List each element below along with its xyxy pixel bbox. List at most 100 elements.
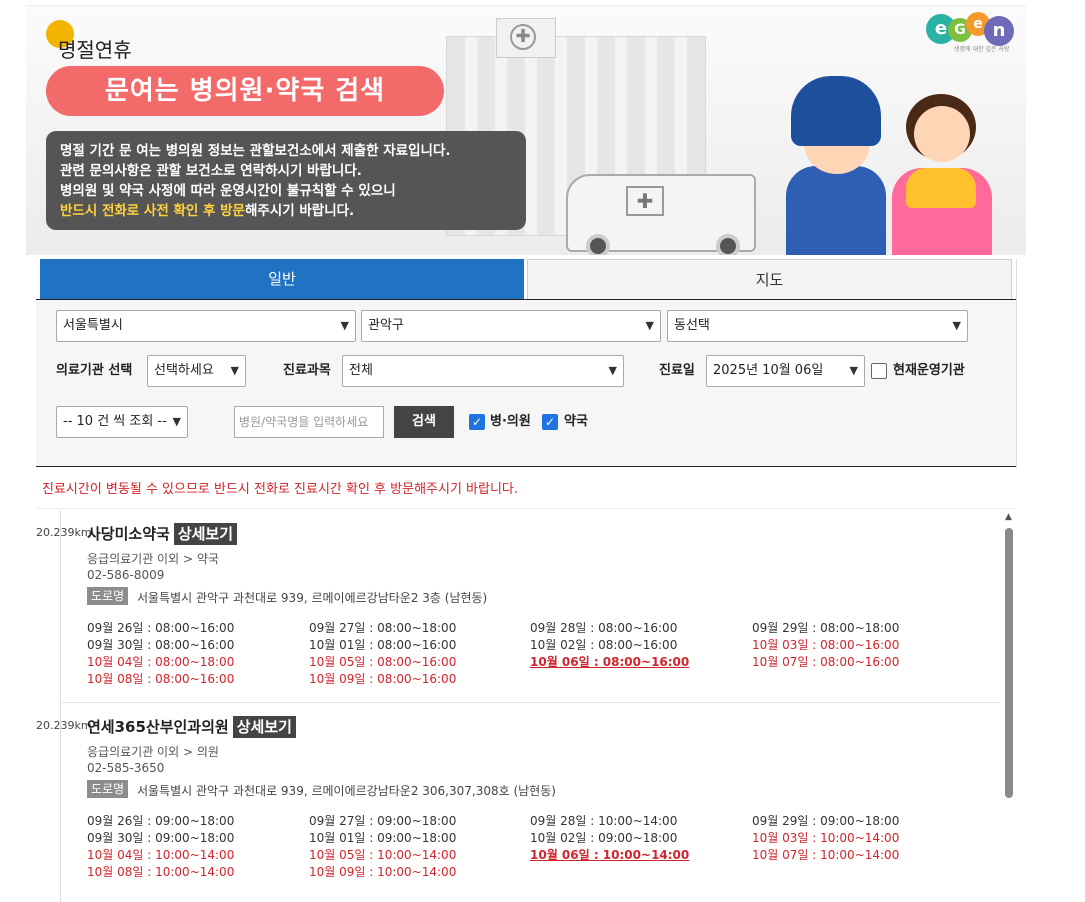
distance-label: 20.239km xyxy=(36,719,92,732)
hours-entry: 09월 28일 : 10:00~14:00 xyxy=(530,814,678,828)
ambulance-cross-icon: ✚ xyxy=(626,186,664,216)
chevron-down-icon: ▼ xyxy=(172,415,181,428)
hours-entry-today: 10월 06일 : 10:00~14:00 xyxy=(530,848,690,862)
result-list: 20.239km 사당미소약국 상세보기 응급의료기관 이외 > 약국 02-58… xyxy=(36,510,1001,902)
scroll-up-icon[interactable]: ▲ xyxy=(1005,512,1012,522)
page-size-select[interactable]: -- 10 건 씩 조회 -- ▼ xyxy=(56,406,188,438)
boy-hat-illustration xyxy=(791,76,881,146)
city-select[interactable]: 서울특별시 ▼ xyxy=(56,310,356,342)
hours-entry: 10월 01일 : 08:00~16:00 xyxy=(309,638,457,652)
search-input[interactable]: 병원/약국명을 입력하세요 xyxy=(234,406,384,438)
facility-type: 응급의료기관 이외 > 약국 xyxy=(87,552,219,566)
hours-entry: 09월 29일 : 08:00~18:00 xyxy=(752,621,900,635)
district-select[interactable]: 관악구 ▼ xyxy=(361,310,661,342)
page-size-select-value: -- 10 건 씩 조회 -- xyxy=(63,414,167,429)
facility-name: 사당미소약국 상세보기 xyxy=(87,523,238,545)
notice-line: 반드시 전화로 사전 확인 후 방문해주시기 바랍니다. xyxy=(60,201,512,221)
institution-select[interactable]: 선택하세요 ▼ xyxy=(147,355,246,387)
hours-entry-today: 10월 06일 : 08:00~16:00 xyxy=(530,655,690,669)
facility-type: 응급의료기관 이외 > 의원 xyxy=(87,745,219,759)
chevron-down-icon: ▼ xyxy=(340,319,349,332)
detail-button[interactable]: 상세보기 xyxy=(232,716,296,738)
detail-button[interactable]: 상세보기 xyxy=(173,523,238,545)
hours-entry: 09월 29일 : 09:00~18:00 xyxy=(752,814,900,828)
banner-notice: 명절 기간 문 여는 병의원 정보는 관할보건소에서 제출한 자료입니다. 관련… xyxy=(46,131,526,230)
hours-entry: 09월 30일 : 08:00~16:00 xyxy=(87,638,235,652)
distance-label: 20.239km xyxy=(36,526,92,539)
notice-highlight: 반드시 전화로 사전 확인 후 방문 xyxy=(60,203,245,219)
subject-select-value: 전체 xyxy=(349,363,373,378)
hours-entry: 10월 03일 : 10:00~14:00 xyxy=(752,831,900,845)
divider xyxy=(36,508,1016,509)
city-select-value: 서울특별시 xyxy=(63,318,123,333)
panel-border xyxy=(1016,259,1017,468)
search-filters: 서울특별시 ▼ 관악구 ▼ 동선택 ▼ 의료기관 선택 선택하세요 ▼ 진료과목 전체 ▼… xyxy=(36,300,1016,467)
hours-entry: 10월 04일 : 08:00~18:00 xyxy=(87,655,235,669)
hospital-checkbox[interactable]: ✓ xyxy=(469,414,485,430)
hours-entry: 09월 30일 : 09:00~18:00 xyxy=(87,831,235,845)
facility-phone: 02-586-8009 xyxy=(87,568,165,582)
results-scrollbar[interactable]: ▲ xyxy=(1001,510,1017,902)
girl-jacket-illustration xyxy=(906,168,976,208)
open-now-checkbox[interactable] xyxy=(871,363,887,379)
date-label: 진료일 xyxy=(659,363,695,378)
facility-name: 연세365산부인과의원 상세보기 xyxy=(87,716,296,738)
open-now-label: 현재운영기관 xyxy=(893,363,965,378)
logo-letter: n xyxy=(984,16,1014,46)
tab-general[interactable]: 일반 xyxy=(40,259,524,299)
hours-entry: 09월 26일 : 09:00~18:00 xyxy=(87,814,235,828)
notice-line: 병의원 및 약국 사정에 따라 운영시간이 불규칙할 수 있으니 xyxy=(60,183,396,199)
district-select-value: 관악구 xyxy=(368,318,404,333)
egen-logo: e G e n 생명에 대한 깊은 사랑 xyxy=(926,12,1018,54)
pharmacy-checkbox[interactable]: ✓ xyxy=(542,414,558,430)
hours-entry: 09월 27일 : 09:00~18:00 xyxy=(309,814,457,828)
hours-entry: 10월 05일 : 08:00~16:00 xyxy=(309,655,457,669)
boy-illustration xyxy=(786,166,886,255)
notice-line: 관련 문의사항은 관할 보건소로 연락하시기 바랍니다. xyxy=(60,163,362,179)
dong-select[interactable]: 동선택 ▼ xyxy=(667,310,968,342)
chevron-down-icon: ▼ xyxy=(608,364,617,377)
notice-tail: 해주시기 바랍니다. xyxy=(244,203,355,219)
facility-address: 서울특별시 관악구 과천대로 939, 르메이에르강남타운2 306,307,3… xyxy=(137,784,556,798)
facility-phone: 02-585-3650 xyxy=(87,761,165,775)
scrollbar-thumb[interactable] xyxy=(1005,528,1013,798)
hours-warning: 진료시간이 변동될 수 있으므로 반드시 전화로 진료시간 확인 후 방문해주시… xyxy=(42,482,519,497)
subject-select[interactable]: 전체 ▼ xyxy=(342,355,624,387)
logo-subtitle: 생명에 대한 깊은 사랑 xyxy=(954,46,1010,53)
chevron-down-icon: ▼ xyxy=(230,364,239,377)
institution-label: 의료기관 선택 xyxy=(56,363,133,378)
wheel-icon xyxy=(586,234,610,255)
hours-entry: 10월 01일 : 09:00~18:00 xyxy=(309,831,457,845)
facility-address: 서울특별시 관악구 과천대로 939, 르메이에르강남타운2 3층 (남현동) xyxy=(137,591,488,605)
hours-entry: 10월 02일 : 09:00~18:00 xyxy=(530,831,678,845)
hours-entry: 10월 04일 : 10:00~14:00 xyxy=(87,848,235,862)
hours-entry: 09월 28일 : 08:00~16:00 xyxy=(530,621,678,635)
hours-entry: 10월 07일 : 08:00~16:00 xyxy=(752,655,900,669)
hours-entry: 10월 08일 : 10:00~14:00 xyxy=(87,865,235,879)
pharmacy-checkbox-label: 약국 xyxy=(564,414,588,429)
road-address-badge: 도로명 xyxy=(87,587,129,605)
timeline-line xyxy=(60,510,61,902)
wheel-icon xyxy=(716,234,740,255)
girl-face-illustration xyxy=(914,106,970,162)
hours-entry: 10월 09일 : 08:00~16:00 xyxy=(309,672,457,686)
chevron-down-icon: ▼ xyxy=(849,364,858,377)
holiday-label: 명절연휴 xyxy=(58,38,132,62)
dong-select-value: 동선택 xyxy=(674,318,710,333)
hours-entry: 09월 27일 : 08:00~18:00 xyxy=(309,621,457,635)
hours-entry: 10월 05일 : 10:00~14:00 xyxy=(309,848,457,862)
ambulance-illustration: ✚ xyxy=(566,174,756,255)
notice-line: 명절 기간 문 여는 병의원 정보는 관할보건소에서 제출한 자료입니다. xyxy=(60,143,451,159)
search-button[interactable]: 검색 xyxy=(394,406,454,438)
hours-entry: 10월 08일 : 08:00~16:00 xyxy=(87,672,235,686)
chevron-down-icon: ▼ xyxy=(952,319,961,332)
facility-name-text: 연세365산부인과의원 xyxy=(87,718,229,736)
date-select[interactable]: 2025년 10월 06일 ▼ xyxy=(706,355,865,387)
hospital-checkbox-label: 병·의원 xyxy=(490,414,531,429)
hours-entry: 10월 03일 : 08:00~16:00 xyxy=(752,638,900,652)
date-select-value: 2025년 10월 06일 xyxy=(713,363,824,378)
hours-entry: 10월 07일 : 10:00~14:00 xyxy=(752,848,900,862)
tab-map[interactable]: 지도 xyxy=(527,259,1012,299)
banner-title: 문여는 병의원·약국 검색 xyxy=(46,66,444,116)
event-banner: ✚ 명절연휴 문여는 병의원·약국 검색 명절 기간 문 여는 병의원 정보는 … xyxy=(26,5,1026,255)
